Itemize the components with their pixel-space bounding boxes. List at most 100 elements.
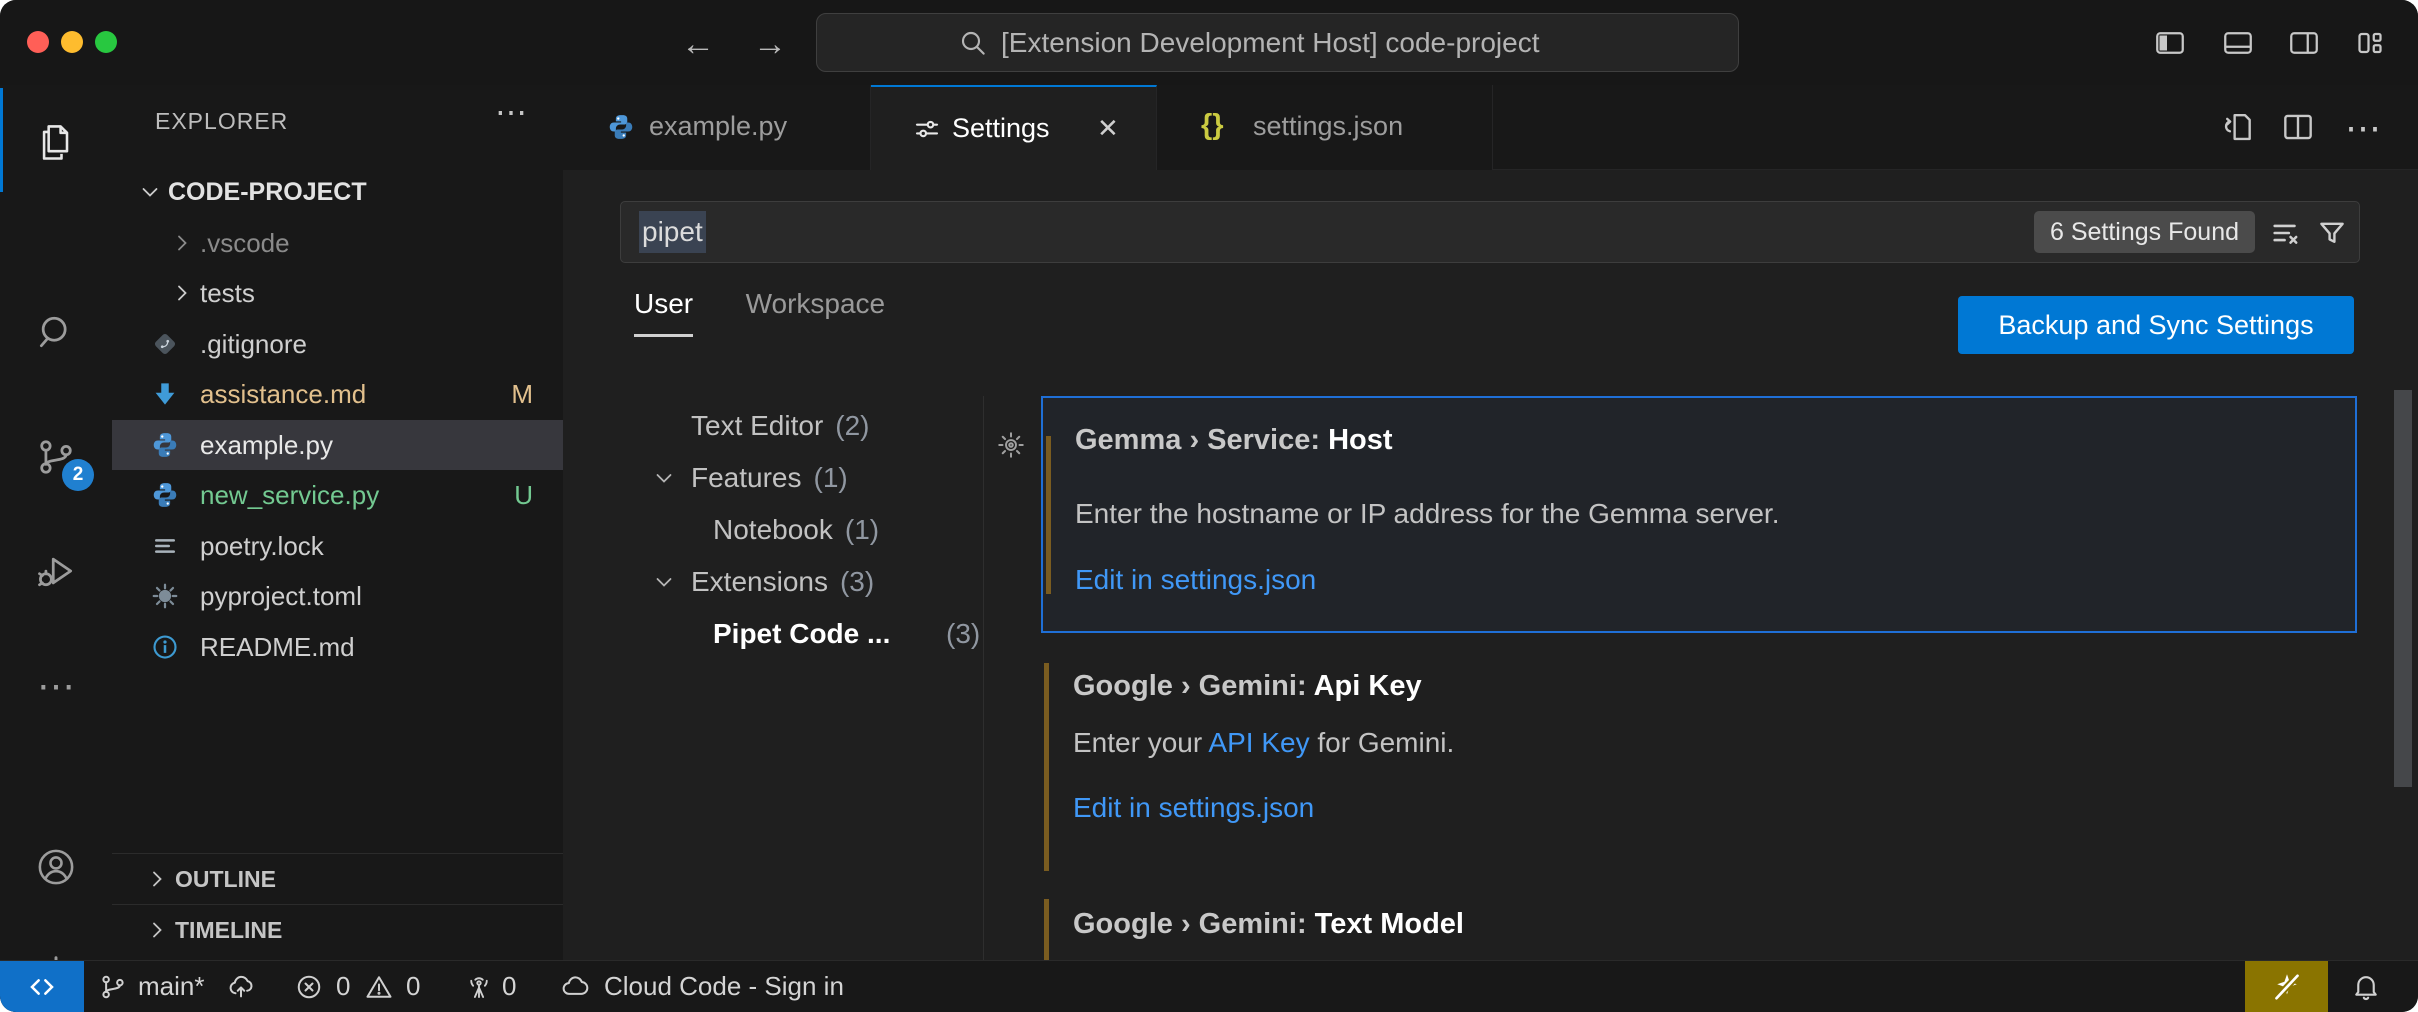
close-tab-icon[interactable] <box>1097 87 1119 170</box>
search-icon <box>957 27 989 59</box>
zoom-window-button[interactable] <box>95 31 117 53</box>
back-button[interactable] <box>676 22 720 66</box>
clear-search-icon[interactable] <box>2269 216 2303 250</box>
chevron-down-icon <box>652 466 676 490</box>
editor-more-actions-icon[interactable] <box>2345 85 2381 170</box>
scrollbar-thumb[interactable] <box>2394 390 2412 787</box>
toc-extensions[interactable]: Extensions(3) <box>634 556 964 608</box>
tree-item-pyproject-toml[interactable]: pyproject.toml <box>112 571 563 621</box>
explorer-actions-icon[interactable] <box>495 93 527 131</box>
info-icon <box>150 632 180 662</box>
tree-item-new-service-py[interactable]: new_service.py U <box>112 470 563 520</box>
filter-funnel-icon[interactable] <box>2315 216 2349 250</box>
settings-sliders-icon <box>912 114 942 144</box>
explorer-icon[interactable] <box>34 120 78 164</box>
setting-title: Gemma › Service: Host <box>1075 424 1393 457</box>
setting-description: Enter the hostname or IP address for the… <box>1075 498 1779 530</box>
edit-in-settings-json-link[interactable]: Edit in settings.json <box>1075 564 1316 596</box>
markdown-download-icon <box>150 379 180 409</box>
toml-gear-icon <box>150 581 180 611</box>
settings-search-value: pipet <box>639 211 706 253</box>
outline-section-header[interactable]: OUTLINE <box>112 853 563 904</box>
forward-button[interactable] <box>748 22 792 66</box>
chevron-right-icon <box>145 867 169 891</box>
warnings-icon[interactable] <box>364 972 394 1002</box>
sidebar-title: EXPLORER <box>155 108 288 135</box>
active-view-indicator <box>0 88 3 192</box>
chevron-down-icon <box>138 180 162 204</box>
backup-sync-settings-button[interactable]: Backup and Sync Settings <box>1958 296 2354 354</box>
sync-cloud-icon[interactable] <box>226 972 256 1002</box>
setting-row-google-gemini-text-model[interactable]: Google › Gemini: Text Model <box>1041 890 2357 960</box>
settings-search-input[interactable]: pipet 6 Settings Found <box>620 201 2360 263</box>
lock-file-lines-icon <box>150 531 180 561</box>
errors-count[interactable]: 0 <box>336 961 350 1012</box>
tree-item-poetry-lock[interactable]: poetry.lock <box>112 521 563 571</box>
tree-item-gitignore[interactable]: .gitignore <box>112 319 563 369</box>
toc-divider <box>983 396 984 960</box>
tree-item-tests[interactable]: tests <box>112 268 563 318</box>
ports-tower-icon[interactable] <box>464 972 494 1002</box>
tree-item-example-py[interactable]: example.py <box>112 420 563 470</box>
git-untracked-badge: U <box>514 470 533 520</box>
setting-row-google-gemini-api-key[interactable]: Google › Gemini: Api Key Enter your API … <box>1041 655 2357 885</box>
tree-item-vscode[interactable]: .vscode <box>112 218 563 268</box>
scope-tab-workspace[interactable]: Workspace <box>746 288 886 334</box>
remote-indicator[interactable] <box>0 961 84 1012</box>
editor-tab-bar: example.py Settings settings.json <box>563 85 2418 170</box>
setting-gear-icon[interactable] <box>996 430 1026 460</box>
cloud-icon <box>560 972 590 1002</box>
git-branch-icon <box>98 972 128 1002</box>
scope-tab-user[interactable]: User <box>634 288 693 337</box>
setting-modified-indicator <box>1046 436 1051 594</box>
cloud-code-signin[interactable]: Cloud Code - Sign in <box>604 961 844 1012</box>
minimize-window-button[interactable] <box>61 31 83 53</box>
spark-slash-status-item[interactable] <box>2245 961 2328 1012</box>
notifications-bell-icon[interactable] <box>2350 970 2380 1000</box>
setting-row-gemma-service-host[interactable]: Gemma › Service: Host Enter the hostname… <box>1041 396 2357 633</box>
errors-icon[interactable] <box>294 972 324 1002</box>
vscode-window: [Extension Development Host] code-projec… <box>0 0 2418 1012</box>
status-bar: main* 0 0 0 Cloud Code - Sign in <box>0 960 2418 1012</box>
python-file-icon <box>150 430 180 460</box>
settings-scope-tabs: User Workspace <box>634 288 933 337</box>
source-control-badge: 2 <box>62 459 94 491</box>
close-window-button[interactable] <box>27 31 49 53</box>
chevron-right-icon <box>170 231 194 255</box>
toc-pipet-code[interactable]: Pipet Code ... (3) <box>634 608 964 660</box>
open-settings-json-icon[interactable] <box>2218 108 2256 146</box>
python-file-icon <box>606 112 636 142</box>
toc-features[interactable]: Features(1) <box>634 452 964 504</box>
toc-text-editor[interactable]: Text Editor(2) <box>634 400 964 452</box>
command-center[interactable]: [Extension Development Host] code-projec… <box>816 13 1739 72</box>
toggle-primary-sidebar-icon[interactable] <box>2152 25 2188 61</box>
branch-label[interactable]: main* <box>138 961 204 1012</box>
tree-item-assistance-md[interactable]: assistance.md M <box>112 369 563 419</box>
tree-root-code-project[interactable]: CODE-PROJECT <box>112 167 563 217</box>
ports-count[interactable]: 0 <box>502 961 516 1012</box>
additional-views-icon[interactable] <box>34 665 78 709</box>
toggle-panel-icon[interactable] <box>2220 25 2256 61</box>
toc-notebook[interactable]: Notebook(1) <box>634 504 964 556</box>
customize-layout-icon[interactable] <box>2352 25 2388 61</box>
split-editor-icon[interactable] <box>2279 108 2317 146</box>
edit-in-settings-json-link[interactable]: Edit in settings.json <box>1073 792 1314 824</box>
setting-title: Google › Gemini: Api Key <box>1073 670 1422 703</box>
warnings-count[interactable]: 0 <box>406 961 420 1012</box>
settings-count-badge: 6 Settings Found <box>2034 211 2255 253</box>
tab-settings[interactable]: Settings <box>871 85 1157 171</box>
run-debug-icon[interactable] <box>34 549 78 593</box>
toggle-secondary-sidebar-icon[interactable] <box>2286 25 2322 61</box>
chevron-right-icon <box>145 918 169 942</box>
account-icon[interactable] <box>34 845 78 889</box>
chevron-down-icon <box>652 570 676 594</box>
explorer-sidebar: EXPLORER CODE-PROJECT .vscode tests .git… <box>112 85 564 960</box>
timeline-section-header[interactable]: TIMELINE <box>112 904 563 955</box>
tab-settings-json[interactable]: settings.json <box>1157 85 1493 170</box>
setting-modified-indicator <box>1044 663 1049 871</box>
activity-bar: 2 1 <box>0 85 112 960</box>
tab-example-py[interactable]: example.py <box>563 85 871 170</box>
tree-item-readme-md[interactable]: README.md <box>112 622 563 672</box>
api-key-link[interactable]: API Key <box>1208 727 1309 758</box>
search-view-icon[interactable] <box>34 310 78 354</box>
